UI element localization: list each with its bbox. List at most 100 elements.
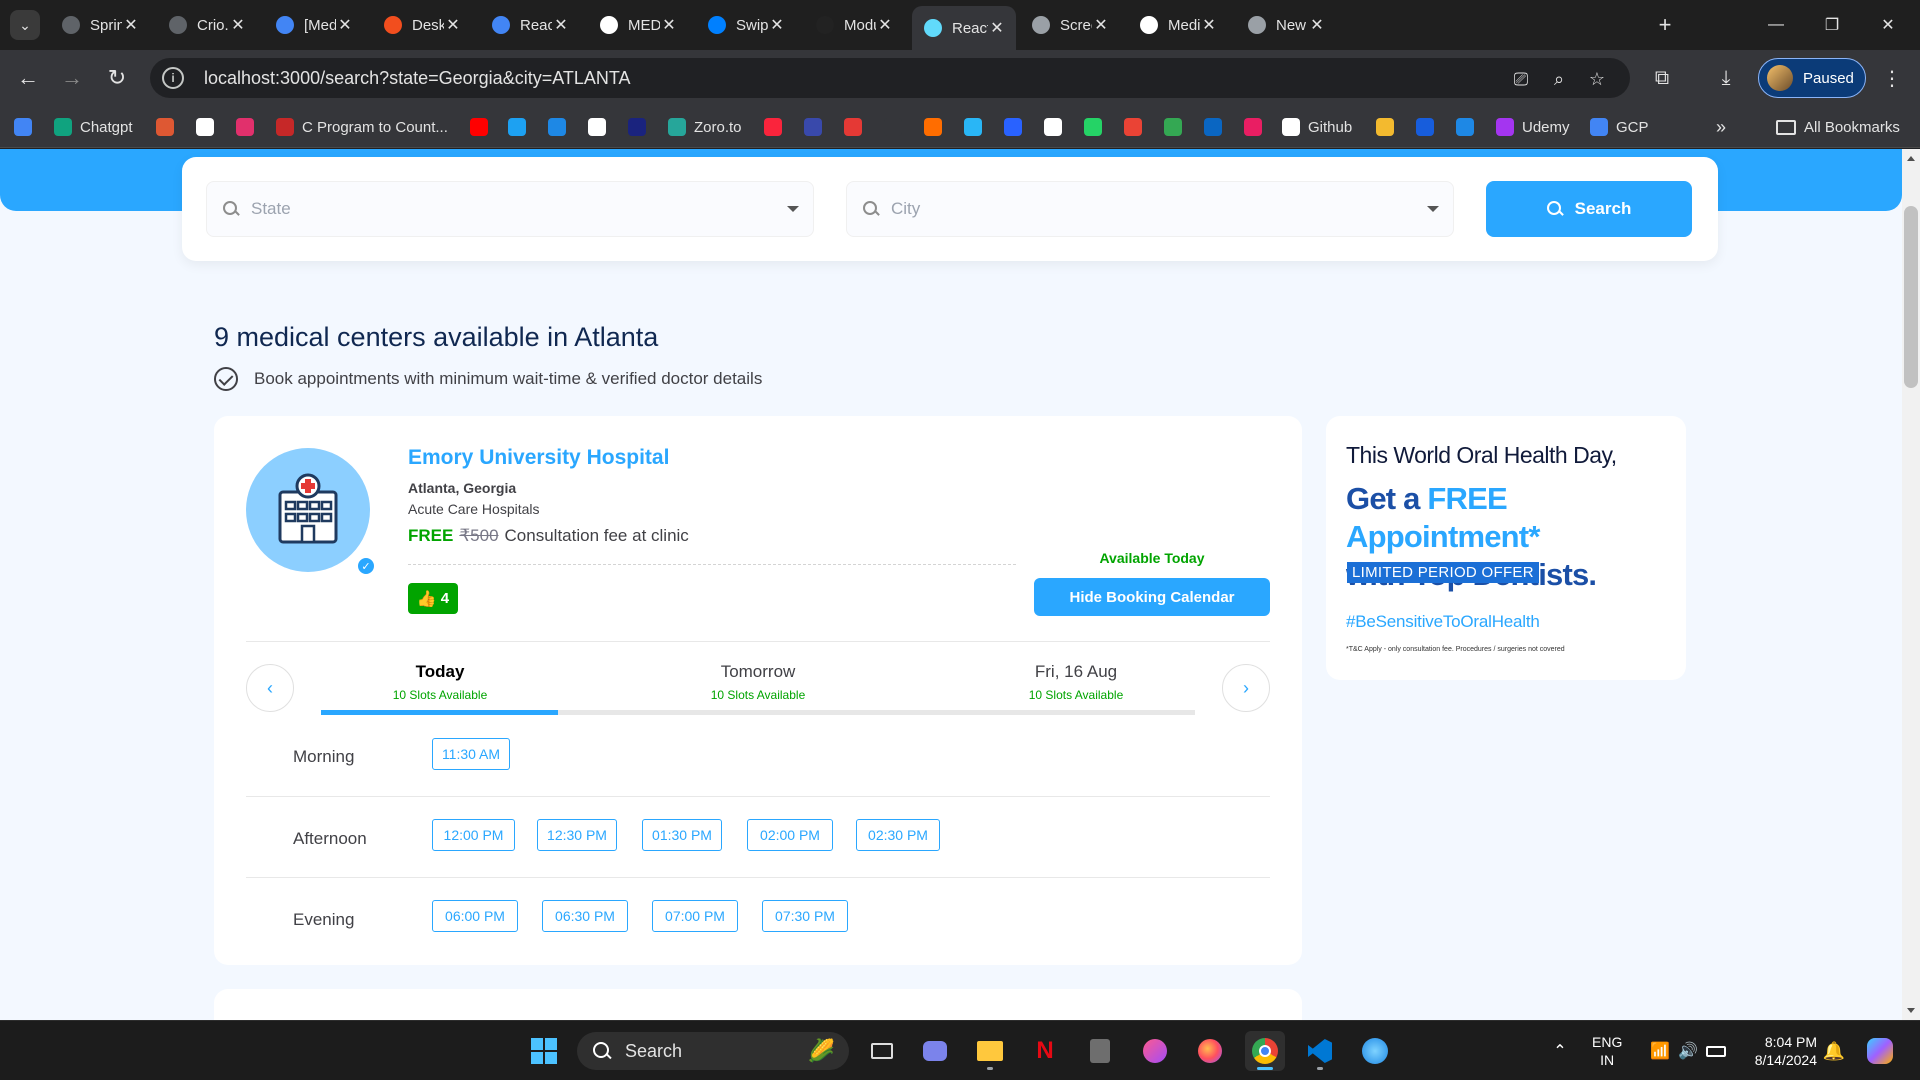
hide-booking-calendar-button[interactable]: Hide Booking Calendar [1034,578,1270,616]
firefox-icon[interactable] [1190,1031,1230,1071]
tab-4[interactable]: Deskto✕ [372,8,472,42]
battery-icon[interactable] [1696,1031,1736,1071]
bookmark-chatgpt[interactable]: Chatgpt [54,116,133,138]
tab-5[interactable]: ReactJ✕ [480,8,580,42]
address-bar[interactable]: i localhost:3000/search?state=Georgia&ci… [150,58,1630,98]
day-tab-0[interactable]: Today 10 Slots Available [322,662,558,702]
zoom-icon[interactable]: ⌕ [1546,66,1572,92]
bookmark-bitwarden[interactable] [1416,116,1434,138]
all-bookmarks-folder[interactable]: All Bookmarks [1776,116,1900,138]
more-bookmarks-icon[interactable]: » [1716,116,1726,138]
tab-search-button[interactable]: ⌄ [10,10,40,40]
bookmark-tc[interactable]: C Program to Count... [276,116,448,138]
bookmark-w[interactable] [1044,116,1062,138]
close-tab-icon[interactable]: ✕ [122,15,140,35]
install-app-icon[interactable]: ⎚ [1508,66,1534,92]
close-tab-icon[interactable]: ✕ [988,18,1006,38]
time-slot-button[interactable]: 07:00 PM [652,900,738,932]
bookmark-adobe[interactable] [844,116,862,138]
time-slot-button[interactable]: 01:30 PM [642,819,722,851]
clock[interactable]: 8:04 PM 8/14/2024 [1745,1033,1817,1069]
tab-9[interactable]: React ✕ [912,6,1016,50]
more-menu-icon[interactable]: ⋮ [1876,62,1908,94]
copilot-icon[interactable] [1860,1031,1900,1071]
close-tab-icon[interactable]: ✕ [1308,15,1326,35]
close-tab-icon[interactable]: ✕ [876,15,894,35]
day-tab-1[interactable]: Tomorrow 10 Slots Available [640,662,876,702]
site-info-icon[interactable]: i [162,67,184,89]
bookmark-drive[interactable] [1164,116,1182,138]
time-slot-button[interactable]: 07:30 PM [762,900,848,932]
time-slot-button[interactable]: 11:30 AM [432,738,510,770]
bookmark-binance[interactable] [1376,116,1394,138]
bookmark-bh[interactable] [628,116,646,138]
bookmark-twitter[interactable] [508,116,526,138]
app-icon[interactable] [1355,1031,1395,1071]
language-indicator[interactable]: ENG IN [1592,1033,1622,1069]
close-tab-icon[interactable]: ✕ [336,15,354,35]
close-tab-icon[interactable]: ✕ [1092,15,1110,35]
close-tab-icon[interactable]: ✕ [444,15,462,35]
bookmark-youtube[interactable] [470,116,488,138]
tab-8[interactable]: Modul✕ [804,8,904,42]
extensions-icon[interactable]: ⧉ [1646,62,1678,94]
windows-start-icon[interactable] [524,1031,564,1071]
chevron-down-icon[interactable] [787,206,799,212]
tab-7[interactable]: Swiper✕ [696,8,796,42]
vscode-icon[interactable] [1300,1031,1340,1071]
tab-6[interactable]: MEDIF✕ [588,8,688,42]
bookmark-linkedin[interactable] [1204,116,1222,138]
bookmark-k[interactable] [1456,116,1474,138]
notification-bell-icon[interactable]: 🔔 [1814,1031,1854,1071]
search-button[interactable]: Search [1486,181,1692,237]
bookmark-kotlin[interactable] [1004,116,1022,138]
netflix-icon[interactable]: N [1025,1031,1065,1071]
tab-3[interactable]: [Medif✕ [264,8,364,42]
restore-window-button[interactable]: ❐ [1806,0,1858,50]
close-window-button[interactable]: ✕ [1862,0,1914,50]
downloads-icon[interactable]: ⤓ [1710,62,1742,94]
time-slot-button[interactable]: 02:30 PM [856,819,940,851]
tab-10[interactable]: Screen✕ [1020,8,1120,42]
scroll-thumb[interactable] [1904,206,1918,388]
bookmark-gcp[interactable]: GCP [1590,116,1649,138]
chevron-up-icon[interactable]: ⌃ [1540,1031,1580,1071]
profile-button[interactable]: Paused [1758,58,1866,98]
bookmark-github[interactable]: Github [1282,116,1352,138]
bookmark-instagram[interactable] [236,116,254,138]
chevron-down-icon[interactable] [1427,206,1439,212]
scroll-down-icon[interactable] [1907,1008,1915,1013]
bookmark-b[interactable] [924,116,942,138]
prev-day-button[interactable]: ‹ [246,664,294,712]
teams-icon[interactable] [915,1031,955,1071]
bookmark-star-icon[interactable]: ☆ [1584,66,1610,92]
bookmark-gmail[interactable] [1124,116,1142,138]
time-slot-button[interactable]: 06:30 PM [542,900,628,932]
close-tab-icon[interactable]: ✕ [1200,15,1218,35]
close-tab-icon[interactable]: ✕ [552,15,570,35]
time-slot-button[interactable]: 12:30 PM [537,819,617,851]
state-select[interactable]: State [206,181,814,237]
bookmark-udemy[interactable]: Udemy [1496,116,1570,138]
close-tab-icon[interactable]: ✕ [768,15,786,35]
back-button[interactable]: ← [12,62,44,94]
bookmark-site[interactable] [588,116,606,138]
bookmark-swirl[interactable] [1244,116,1262,138]
bookmark-google[interactable] [14,116,32,138]
minimize-window-button[interactable]: — [1750,0,1802,50]
itunes-icon[interactable] [1135,1031,1175,1071]
time-slot-button[interactable]: 02:00 PM [747,819,833,851]
calculator-icon[interactable] [1080,1031,1120,1071]
bookmark-chart[interactable] [804,116,822,138]
tab-12[interactable]: New Ta✕ [1236,8,1336,42]
forward-button[interactable]: → [56,62,88,94]
city-select[interactable]: City [846,181,1454,237]
chrome-icon[interactable] [1245,1031,1285,1071]
page-scrollbar[interactable] [1902,149,1920,1020]
close-tab-icon[interactable]: ✕ [229,15,247,35]
bookmark-zoro[interactable]: Zoro.to [668,116,742,138]
time-slot-button[interactable]: 12:00 PM [432,819,515,851]
close-tab-icon[interactable]: ✕ [660,15,678,35]
bookmark-duckduckgo[interactable] [156,116,174,138]
tab-1[interactable]: Sprint✕ [50,8,150,42]
